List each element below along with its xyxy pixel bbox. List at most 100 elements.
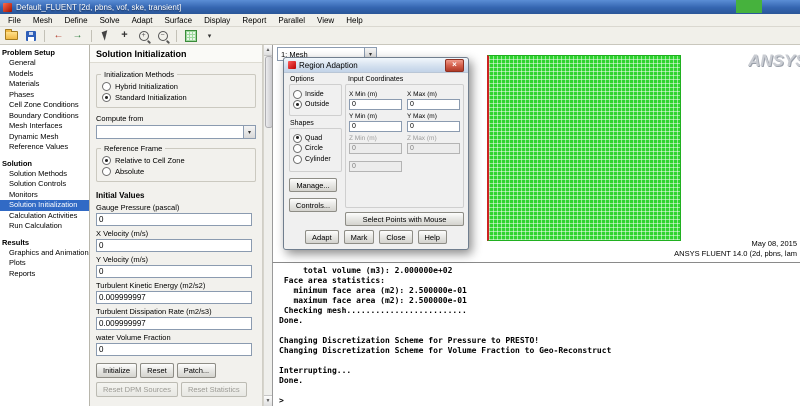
- scroll-down-arrow-icon[interactable]: ▼: [264, 395, 272, 406]
- relative-to-cell-zone-radio[interactable]: Relative to Cell Zone: [102, 156, 250, 165]
- y-velocity-label: Y Velocity (m/s): [96, 255, 148, 264]
- menu-mesh[interactable]: Mesh: [27, 14, 59, 27]
- x-min-input[interactable]: [349, 99, 402, 110]
- gauge-pressure-input[interactable]: [96, 213, 252, 226]
- turbulent-kinetic-energy-input[interactable]: [96, 291, 252, 304]
- help-button[interactable]: Help: [417, 230, 447, 244]
- menu-display[interactable]: Display: [198, 14, 236, 27]
- initial-values-label: Initial Values: [96, 191, 145, 200]
- options-group: Inside Outside: [289, 84, 342, 116]
- x-velocity-input[interactable]: [96, 239, 252, 252]
- undo-button[interactable]: ←: [50, 29, 67, 43]
- menu-view[interactable]: View: [311, 14, 340, 27]
- ansys-logo: ANSYS: [748, 51, 800, 70]
- tree-item-boundary-conditions[interactable]: Boundary Conditions: [0, 111, 89, 122]
- zoom-out-button[interactable]: −: [154, 29, 171, 43]
- mesh-grid-icon: [184, 29, 197, 42]
- y-velocity-input[interactable]: [96, 265, 252, 278]
- compute-from-dropdown[interactable]: ▾: [96, 125, 256, 139]
- tree-item-phases[interactable]: Phases: [0, 90, 89, 101]
- menu-define[interactable]: Define: [58, 14, 93, 27]
- console-line: Checking mesh.........................: [279, 306, 467, 315]
- redo-arrow-icon: →: [72, 29, 83, 41]
- menu-help[interactable]: Help: [340, 14, 368, 27]
- quad-radio[interactable]: Quad: [293, 133, 338, 143]
- select-points-with-mouse-button[interactable]: Select Points with Mouse: [345, 212, 464, 226]
- controls-button[interactable]: Controls...: [289, 198, 337, 212]
- close-button[interactable]: Close: [379, 230, 413, 244]
- tree-item-mesh-interfaces[interactable]: Mesh Interfaces: [0, 121, 89, 132]
- tree-item-plots[interactable]: Plots: [0, 258, 89, 269]
- y-min-input[interactable]: [349, 121, 402, 132]
- open-file-button[interactable]: [3, 29, 20, 43]
- circle-radio[interactable]: Circle: [293, 144, 338, 153]
- window-titlebar[interactable]: Default_FLUENT [2d, pbns, vof, ske, tran…: [0, 0, 800, 14]
- x-max-input[interactable]: [407, 99, 460, 110]
- tree-item-dynamic-mesh[interactable]: Dynamic Mesh: [0, 132, 89, 143]
- tree-item-models[interactable]: Models: [0, 69, 89, 80]
- patch-button[interactable]: Patch...: [176, 363, 217, 378]
- save-button[interactable]: [22, 29, 39, 43]
- compute-from-label: Compute from: [96, 114, 144, 123]
- outside-radio[interactable]: Outside: [293, 100, 338, 109]
- tree-item-cell-zone-conditions[interactable]: Cell Zone Conditions: [0, 100, 89, 111]
- inside-radio[interactable]: Inside: [293, 89, 338, 99]
- tree-item-reference-values[interactable]: Reference Values: [0, 142, 89, 153]
- radio-icon: [102, 93, 111, 102]
- radio-icon: [293, 154, 302, 164]
- chevron-down-icon: ▾: [207, 32, 212, 40]
- y-max-input[interactable]: [407, 121, 460, 132]
- zoom-in-button[interactable]: +: [135, 29, 152, 43]
- menu-adapt[interactable]: Adapt: [126, 14, 159, 27]
- tree-item-graphics-and-animations[interactable]: Graphics and Animations: [0, 248, 89, 259]
- zoom-out-icon: −: [157, 30, 168, 41]
- redo-button[interactable]: →: [69, 29, 86, 43]
- water-volume-fraction-input[interactable]: [96, 343, 252, 356]
- menu-file[interactable]: File: [2, 14, 27, 27]
- menu-bar: File Mesh Define Solve Adapt Surface Dis…: [0, 14, 800, 27]
- tree-item-solution-methods[interactable]: Solution Methods: [0, 169, 89, 180]
- tree-item-solution-controls[interactable]: Solution Controls: [0, 179, 89, 190]
- tree-item-materials[interactable]: Materials: [0, 79, 89, 90]
- pan-tool-button[interactable]: +: [116, 29, 133, 43]
- menu-surface[interactable]: Surface: [159, 14, 199, 27]
- initialize-button[interactable]: Initialize: [96, 363, 138, 378]
- close-icon[interactable]: ×: [445, 58, 464, 72]
- quad-label: Quad: [305, 134, 323, 142]
- turbulent-dissipation-rate-input[interactable]: [96, 317, 252, 330]
- mark-button[interactable]: Mark: [343, 230, 375, 244]
- adapt-button[interactable]: Adapt: [305, 230, 339, 244]
- tree-item-run-calculation[interactable]: Run Calculation: [0, 221, 89, 232]
- mesh-display-button[interactable]: [182, 29, 199, 43]
- scroll-up-arrow-icon[interactable]: ▲: [264, 45, 272, 56]
- tree-item-general[interactable]: General: [0, 58, 89, 69]
- tree-item-reports[interactable]: Reports: [0, 269, 89, 280]
- initialization-methods-label: Initialization Methods: [101, 70, 178, 79]
- panel-scrollbar[interactable]: ▲ ▼: [263, 45, 273, 406]
- menu-solve[interactable]: Solve: [94, 14, 126, 27]
- reset-statistics-button: Reset Statistics: [180, 382, 247, 397]
- turbulent-kinetic-energy-label: Turbulent Kinetic Energy (m2/s2): [96, 281, 206, 290]
- console-prompt[interactable]: >: [279, 396, 800, 406]
- tree-item-solution-initialization[interactable]: Solution Initialization: [0, 200, 89, 211]
- reset-button[interactable]: Reset: [140, 363, 174, 378]
- mesh-display: [487, 55, 681, 241]
- pointer-tool-button[interactable]: [97, 29, 114, 43]
- toolbar-separator: [91, 29, 92, 42]
- standard-initialization-radio[interactable]: Standard Initialization: [102, 93, 250, 102]
- z-min-input: [349, 143, 402, 154]
- z-max-input: [407, 143, 460, 154]
- absolute-radio[interactable]: Absolute: [102, 167, 250, 176]
- manage-button[interactable]: Manage...: [289, 178, 337, 192]
- hybrid-initialization-radio[interactable]: Hybrid Initialization: [102, 82, 250, 91]
- menu-parallel[interactable]: Parallel: [272, 14, 311, 27]
- zoom-in-icon: +: [138, 30, 149, 41]
- toolbar-dropdown[interactable]: ▾: [201, 29, 218, 43]
- cylinder-radio[interactable]: Cylinder: [293, 154, 338, 164]
- console-output[interactable]: total volume (m3): 2.000000e+02 Face are…: [272, 262, 800, 406]
- menu-report[interactable]: Report: [236, 14, 272, 27]
- dialog-titlebar[interactable]: Region Adaption ×: [284, 58, 468, 73]
- tree-item-monitors[interactable]: Monitors: [0, 190, 89, 201]
- tree-item-calculation-activities[interactable]: Calculation Activities: [0, 211, 89, 222]
